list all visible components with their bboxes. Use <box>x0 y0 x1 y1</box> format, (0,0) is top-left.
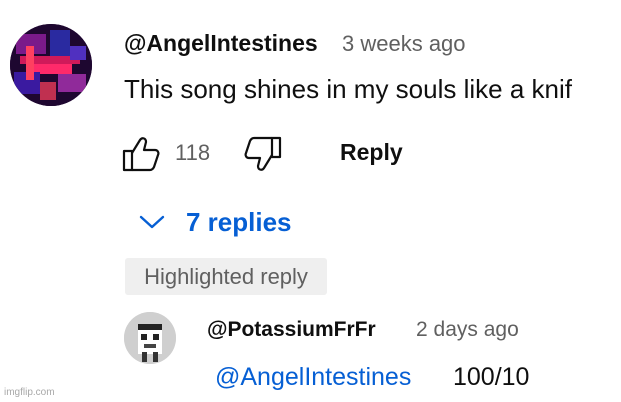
replies-count-label: 7 replies <box>186 206 292 237</box>
like-count: 118 <box>175 140 211 165</box>
comment-timestamp[interactable]: 3 weeks ago <box>342 31 466 57</box>
highlighted-reply-badge: Highlighted reply <box>125 258 327 295</box>
comment-author[interactable]: @AngelIntestines <box>124 30 318 57</box>
avatar-image <box>10 24 92 106</box>
avatar[interactable] <box>10 24 92 106</box>
reply-avatar[interactable] <box>124 312 176 364</box>
chevron-down-icon <box>139 215 165 229</box>
watermark: imgflip.com <box>4 387 55 398</box>
thumbs-up-icon[interactable] <box>122 136 160 177</box>
reply-text: 100/10 <box>453 363 530 391</box>
reply-author[interactable]: @PotassiumFrFr <box>207 318 376 342</box>
view-replies-button[interactable]: 7 replies <box>136 204 292 240</box>
reply-button[interactable]: Reply <box>340 139 403 166</box>
reply-timestamp[interactable]: 2 days ago <box>416 318 519 342</box>
thumbs-down-icon[interactable] <box>244 136 282 177</box>
reply-mention-link[interactable]: @AngelIntestines <box>215 363 411 392</box>
comment-text: This song shines in my souls like a knif <box>124 74 572 104</box>
reply-avatar-image <box>124 312 176 364</box>
